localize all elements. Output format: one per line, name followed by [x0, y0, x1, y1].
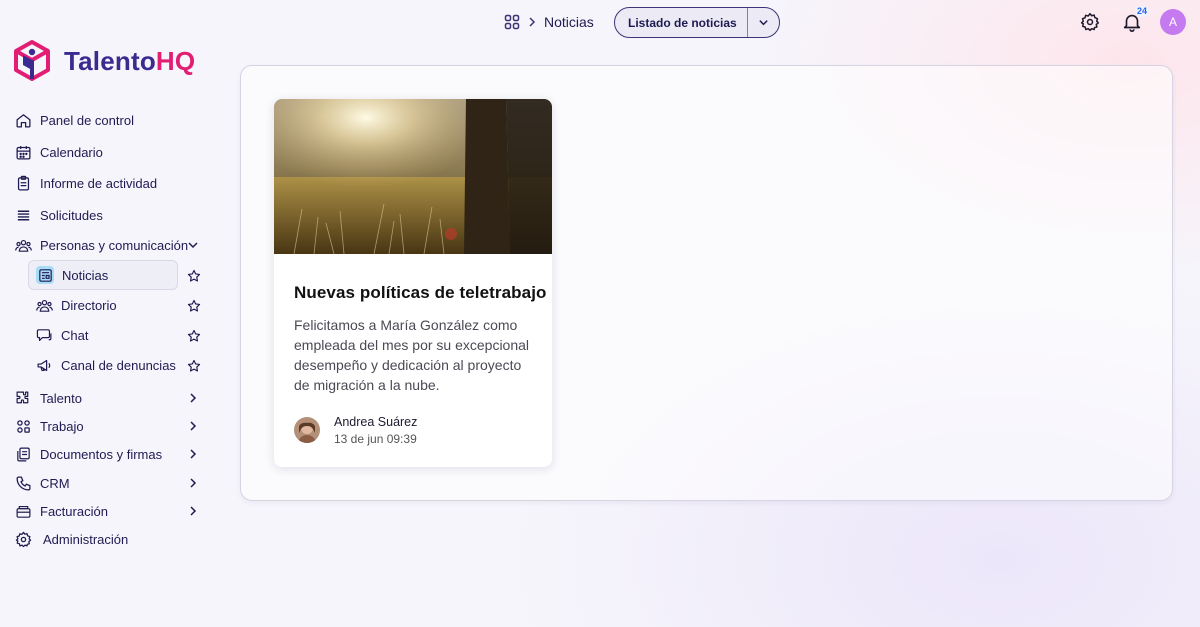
sidebar-item-label: Panel de control [40, 112, 134, 128]
notification-count-badge: 24 [1135, 6, 1150, 17]
star-icon[interactable] [186, 328, 201, 343]
chevron-right-icon[interactable] [186, 391, 200, 405]
sidebar-subitem-label: Chat [61, 327, 89, 343]
sidebar-item-informe-de-actividad[interactable]: Informe de actividad [14, 171, 157, 195]
apps-grid-icon[interactable] [504, 14, 520, 30]
sidebar-subitem-noticias[interactable]: Noticias [28, 260, 178, 290]
chat-icon [35, 326, 53, 344]
chevron-right-icon[interactable] [186, 419, 200, 433]
clipboard-icon [14, 174, 32, 192]
phone-icon [14, 474, 32, 492]
logo[interactable]: TalentoHQ [12, 39, 195, 83]
author-name: Andrea Suárez [334, 415, 418, 429]
gear-icon [14, 530, 32, 548]
calendar-icon [14, 143, 32, 161]
sidebar-subitem-label: Directorio [61, 297, 117, 313]
sidebar-subitem-directorio[interactable]: Directorio [28, 290, 178, 320]
star-icon[interactable] [186, 298, 201, 313]
sidebar-item-personas-y-comunicacion[interactable]: Personas y comunicación [14, 233, 188, 257]
sidebar-item-label: Administración [43, 531, 129, 547]
chevron-right-icon[interactable] [186, 447, 200, 461]
sidebar-item-trabajo[interactable]: Trabajo [14, 414, 84, 438]
chevron-down-icon[interactable] [186, 238, 200, 252]
sidebar-item-label: Informe de actividad [40, 175, 158, 191]
chevron-down-icon[interactable] [748, 17, 779, 28]
documents-icon [14, 445, 32, 463]
sidebar-subitem-canal-de-denuncias[interactable]: Canal de denuncias [28, 350, 178, 380]
chevron-right-icon [529, 17, 536, 27]
view-select[interactable]: Listado de noticias [614, 7, 780, 38]
sidebar-item-talento[interactable]: Talento [14, 386, 82, 410]
puzzle-icon [14, 389, 32, 407]
sidebar-item-crm[interactable]: CRM [14, 471, 70, 495]
megaphone-icon [35, 356, 53, 374]
star-icon[interactable] [186, 268, 201, 283]
sidebar-item-documentos-y-firmas[interactable]: Documentos y firmas [14, 442, 162, 466]
people-icon [14, 236, 32, 254]
brand-name: TalentoHQ [64, 45, 196, 76]
list-icon [14, 206, 32, 224]
sidebar-item-calendario[interactable]: Calendario [14, 140, 103, 164]
sidebar-item-solicitudes[interactable]: Solicitudes [14, 203, 103, 227]
news-title: Nuevas políticas de teletrabajo [294, 283, 547, 302]
sidebar-subitem-label: Canal de denuncias [61, 357, 176, 373]
author-avatar [294, 417, 320, 443]
newspaper-icon [36, 266, 54, 284]
sidebar-item-facturacion[interactable]: Facturación [14, 499, 108, 523]
news-date: 13 de jun 09:39 [334, 432, 417, 446]
sidebar-subitem-label: Noticias [62, 267, 109, 283]
settings-gear-icon[interactable] [1080, 12, 1100, 32]
news-excerpt: Felicitamos a María González como emplea… [294, 317, 530, 393]
star-icon[interactable] [186, 358, 201, 373]
sidebar-item-label: Facturación [40, 503, 108, 519]
cube-logo-icon [14, 40, 50, 81]
home-icon [14, 111, 32, 129]
sidebar-item-panel-de-control[interactable]: Panel de control [14, 108, 134, 132]
sidebar-item-administracion[interactable]: Administración [14, 527, 128, 551]
chevron-right-icon[interactable] [186, 504, 200, 518]
sidebar-item-label: Talento [40, 390, 82, 406]
sidebar-item-label: CRM [40, 475, 70, 491]
sidebar-item-label: Documentos y firmas [40, 446, 163, 462]
chevron-right-icon[interactable] [186, 476, 200, 490]
sidebar-item-label: Solicitudes [40, 207, 103, 223]
sidebar-item-label: Personas y comunicación [40, 237, 189, 253]
breadcrumb-current: Noticias [544, 14, 594, 30]
divider [747, 8, 748, 37]
people-icon [35, 296, 53, 314]
sidebar-item-label: Calendario [40, 144, 103, 160]
grid-icon [14, 417, 32, 435]
news-card[interactable]: Nuevas políticas de teletrabajo Felicita… [274, 99, 552, 467]
sidebar-subitem-chat[interactable]: Chat [28, 320, 178, 350]
sidebar-item-label: Trabajo [40, 418, 84, 434]
view-select-label: Listado de noticias [628, 15, 737, 30]
user-avatar[interactable]: A [1160, 9, 1186, 35]
news-cover-image [274, 99, 552, 254]
wallet-icon [14, 502, 32, 520]
